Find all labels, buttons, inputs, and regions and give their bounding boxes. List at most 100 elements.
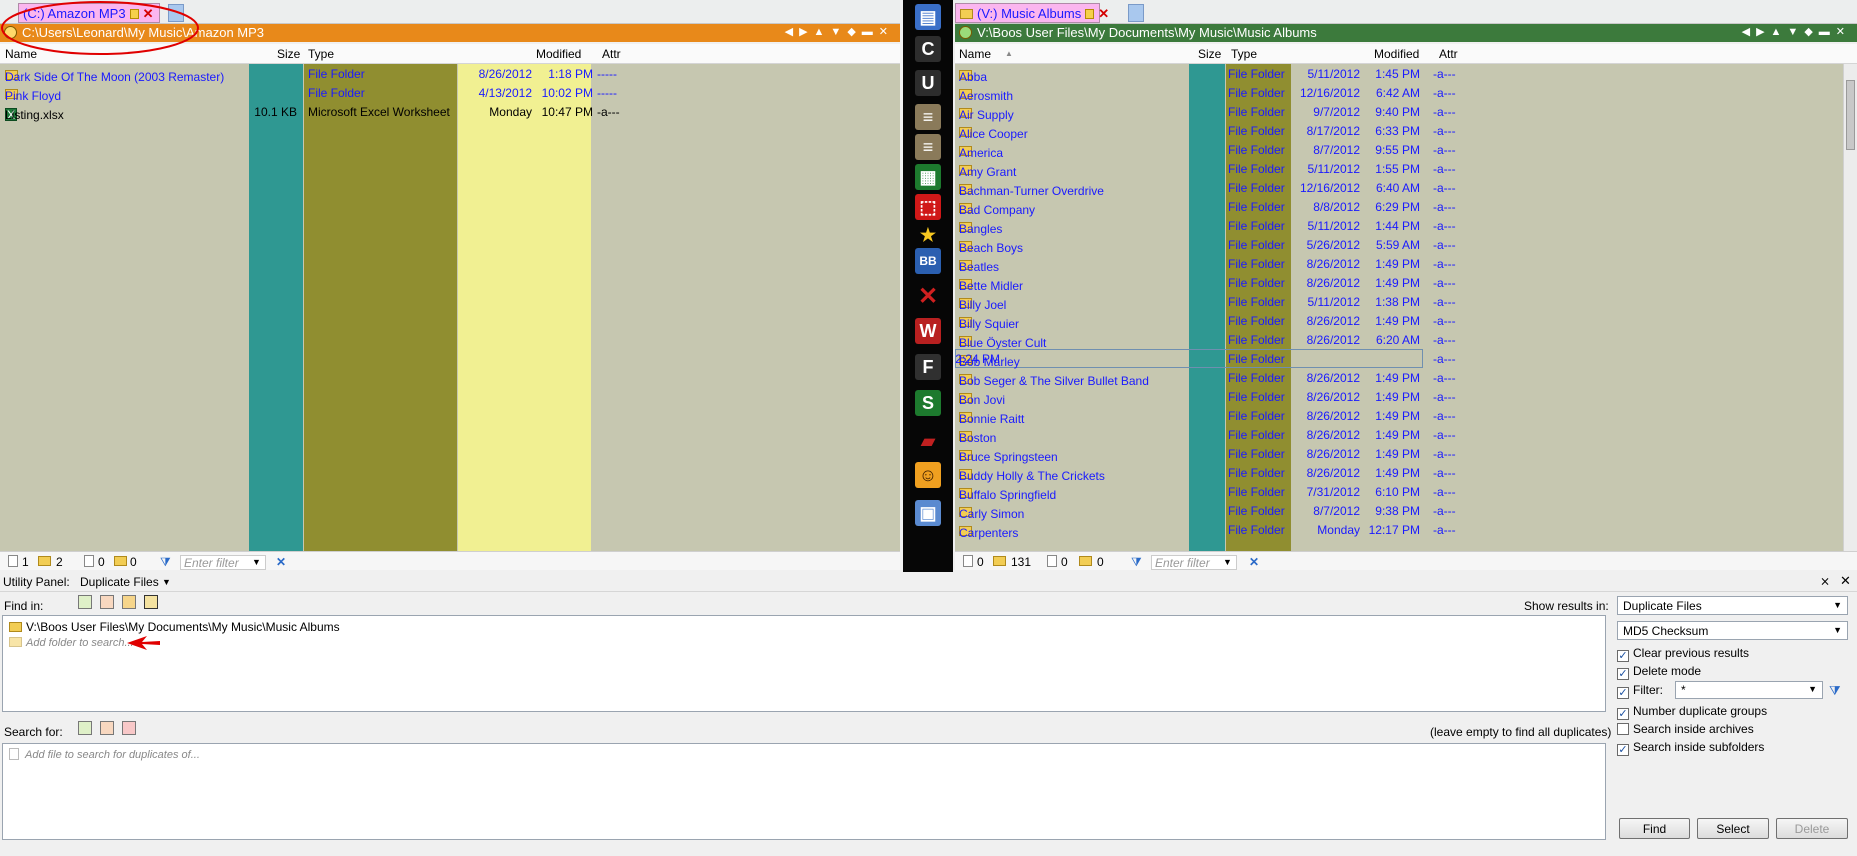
col-name[interactable]: Name: [959, 47, 991, 61]
clear-filter-icon[interactable]: ✕: [276, 555, 286, 569]
col-size[interactable]: Size: [1198, 47, 1221, 61]
find-in-list[interactable]: V:\Boos User Files\My Documents\My Music…: [2, 615, 1606, 712]
add-folder-check-icon[interactable]: [78, 595, 92, 609]
right-scrollbar[interactable]: [1843, 64, 1857, 551]
pdf-icon[interactable]: ⬚: [915, 194, 941, 220]
col-modified[interactable]: Modified: [1374, 47, 1419, 61]
folder-row[interactable]: Beach Boys File Folder 5/26/2012 5:59 AM -a-…: [955, 235, 1843, 255]
right-file-list[interactable]: Abba File Folder 5/11/2012 1:45 PM -a--- Aero…: [955, 64, 1843, 551]
left-file-list[interactable]: Dark Side Of The Moon (2003 Remaster) Fil…: [0, 64, 900, 551]
folder-row[interactable]: Aerosmith File Folder 12/16/2012 6:42 AM -a-…: [955, 83, 1843, 103]
delete-button[interactable]: Delete: [1776, 818, 1848, 839]
remove-folder-icon[interactable]: [100, 595, 114, 609]
checkbox[interactable]: ✓: [1617, 708, 1629, 720]
mascot-icon[interactable]: ☺: [915, 462, 941, 488]
file-row[interactable]: Dark Side Of The Moon (2003 Remaster) Fil…: [0, 64, 900, 84]
folder-row[interactable]: Buddy Holly & The Crickets File Folder 8/2…: [955, 463, 1843, 483]
option-clear-previous[interactable]: ✓ Clear previous results: [1617, 646, 1749, 662]
scroll-icon-2[interactable]: ≡: [915, 134, 941, 160]
collapse-icon[interactable]: ⨯: [1820, 574, 1830, 588]
lock-folder-icon[interactable]: [144, 595, 158, 609]
add-folder-row[interactable]: Add folder to search...: [9, 637, 134, 649]
option-search-archives[interactable]: Search inside archives: [1617, 722, 1754, 736]
file-row[interactable]: Pink Floyd File Folder 4/13/2012 10:02 PM --…: [0, 83, 900, 103]
add-file-icon[interactable]: [78, 721, 92, 735]
scroll-icon[interactable]: ≡: [915, 104, 941, 130]
col-modified[interactable]: Modified: [536, 47, 581, 61]
folder-row[interactable]: Bob MarleyFile FolderMonday12:24 PM-a---: [955, 349, 1456, 369]
folder-row[interactable]: Boston File Folder 8/26/2012 1:49 PM -a---: [955, 425, 1843, 445]
folder-row[interactable]: Bad Company File Folder 8/8/2012 6:29 PM -a-…: [955, 197, 1843, 217]
checkbox[interactable]: ✓: [1617, 668, 1629, 680]
bb-icon[interactable]: BB: [915, 248, 941, 274]
folder-row[interactable]: Billy Joel File Folder 5/11/2012 1:38 PM -a-…: [955, 292, 1843, 312]
col-type[interactable]: Type: [308, 47, 334, 61]
checkbox[interactable]: ✓: [1617, 744, 1629, 756]
folder-row[interactable]: Carly Simon File Folder 8/7/2012 9:38 PM -a-…: [955, 501, 1843, 521]
scroll-thumb[interactable]: [1846, 80, 1855, 150]
clear-list-icon[interactable]: [122, 721, 136, 735]
col-attr[interactable]: Attr: [1439, 47, 1458, 61]
folder-row[interactable]: Bonnie Raitt File Folder 8/26/2012 1:49 PM -…: [955, 406, 1843, 426]
path-controls[interactable]: ◀▶▲▼◆▬✕: [785, 25, 894, 38]
method-dropdown[interactable]: MD5 Checksum ▼: [1617, 621, 1848, 640]
search-for-list[interactable]: Add file to search for duplicates of...: [2, 743, 1606, 840]
filter-funnel-icon[interactable]: ⧩: [1829, 683, 1841, 699]
folder-row[interactable]: Bon Jovi File Folder 8/26/2012 1:49 PM -a---: [955, 387, 1843, 407]
remove-file-icon[interactable]: [100, 721, 114, 735]
folder-row[interactable]: Bob Seger & The Silver Bullet Band File F…: [955, 368, 1843, 388]
panel-dropdown-icon[interactable]: ▼: [162, 577, 171, 587]
new-tab-icon[interactable]: [1128, 4, 1144, 22]
option-number-groups[interactable]: ✓ Number duplicate groups: [1617, 704, 1767, 720]
c-drive-icon[interactable]: C: [915, 36, 941, 62]
folder-row[interactable]: Bachman-Turner Overdrive File Folder 12/16…: [955, 178, 1843, 198]
folder-row[interactable]: Carpenters File Folder Monday 12:17 PM -a---: [955, 520, 1843, 540]
file-row[interactable]: X Listing.xlsx 10.1 KB Microsoft Excel Work…: [0, 102, 900, 122]
right-path-bar[interactable]: V:\Boos User Files\My Documents\My Music…: [955, 24, 1857, 42]
folder-row[interactable]: Beatles File Folder 8/26/2012 1:49 PM -a---: [955, 254, 1843, 274]
option-search-subfolders[interactable]: ✓ Search inside subfolders: [1617, 740, 1764, 756]
app-icon[interactable]: ▤: [915, 4, 941, 30]
folder-row[interactable]: Bruce Springsteen File Folder 8/26/2012 1:4…: [955, 444, 1843, 464]
folder-red-icon[interactable]: ▰: [915, 428, 941, 454]
f-icon[interactable]: F: [915, 354, 941, 380]
folder-row[interactable]: Air Supply File Folder 9/7/2012 9:40 PM -a--…: [955, 102, 1843, 122]
spreadsheet-icon[interactable]: ▦: [915, 164, 941, 190]
option-filter[interactable]: ✓ Filter:: [1617, 683, 1663, 699]
folder-row[interactable]: Blue Öyster Cult File Folder 8/26/2012 6:20…: [955, 330, 1843, 350]
find-in-item[interactable]: V:\Boos User Files\My Documents\My Music…: [9, 620, 340, 634]
browse-folder-icon[interactable]: [122, 595, 136, 609]
s-icon[interactable]: S: [915, 390, 941, 416]
folder-row[interactable]: Bangles File Folder 5/11/2012 1:44 PM -a---: [955, 216, 1843, 236]
col-attr[interactable]: Attr: [602, 47, 621, 61]
clear-filter-icon[interactable]: ✕: [1249, 555, 1259, 569]
filter-dropdown-icon[interactable]: ▼: [1223, 557, 1232, 567]
close-red-icon[interactable]: ✕: [915, 284, 941, 310]
show-results-dropdown[interactable]: Duplicate Files ▼: [1617, 596, 1848, 615]
checkbox[interactable]: [1617, 723, 1629, 735]
computer-icon[interactable]: ▣: [915, 500, 941, 526]
tab-music-albums[interactable]: (V:) Music Albums ✕: [955, 3, 1109, 23]
close-panel-icon[interactable]: ✕: [1840, 573, 1851, 589]
folder-row[interactable]: Bette Midler File Folder 8/26/2012 1:49 PM -…: [955, 273, 1843, 293]
folder-row[interactable]: Abba File Folder 5/11/2012 1:45 PM -a---: [955, 64, 1843, 84]
add-file-row[interactable]: Add file to search for duplicates of...: [9, 748, 200, 761]
option-delete-mode[interactable]: ✓ Delete mode: [1617, 664, 1701, 680]
path-controls[interactable]: ◀▶▲▼◆▬✕: [1742, 25, 1851, 38]
folder-row[interactable]: America File Folder 8/7/2012 9:55 PM -a---: [955, 140, 1843, 160]
folder-row[interactable]: Buffalo Springfield File Folder 7/31/2012 6…: [955, 482, 1843, 502]
col-type[interactable]: Type: [1231, 47, 1257, 61]
folder-row[interactable]: Billy Squier File Folder 8/26/2012 1:49 PM -…: [955, 311, 1843, 331]
checkbox[interactable]: ✓: [1617, 650, 1629, 662]
folder-row[interactable]: Alice Cooper File Folder 8/17/2012 6:33 PM -…: [955, 121, 1843, 141]
close-tab-icon[interactable]: ✕: [1098, 6, 1109, 21]
favorites-star-icon[interactable]: ★: [915, 222, 941, 248]
filter-dropdown-icon[interactable]: ▼: [252, 557, 261, 567]
find-button[interactable]: Find: [1619, 818, 1690, 839]
col-size[interactable]: Size: [277, 47, 300, 61]
folder-row[interactable]: Amy Grant File Folder 5/11/2012 1:55 PM -a--…: [955, 159, 1843, 179]
filter-field[interactable]: * ▼: [1675, 681, 1823, 699]
select-button[interactable]: Select: [1697, 818, 1769, 839]
checkbox[interactable]: ✓: [1617, 687, 1629, 699]
utility-panel-selector[interactable]: Duplicate Files: [80, 575, 159, 589]
